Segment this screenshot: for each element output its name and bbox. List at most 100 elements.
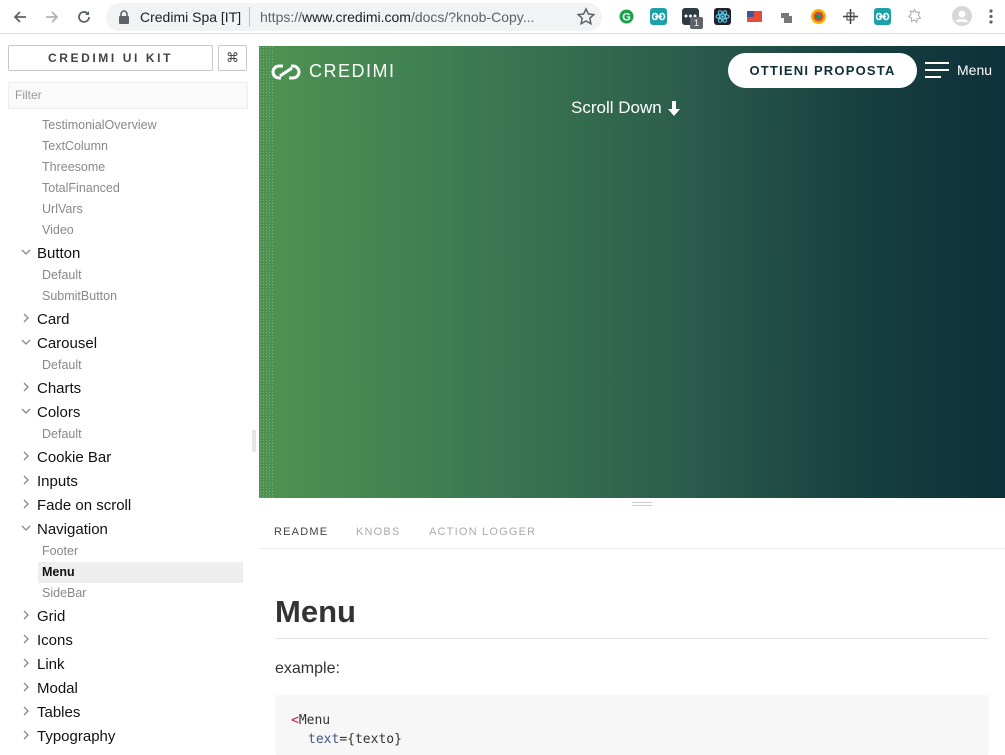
profile-avatar-icon[interactable] bbox=[952, 6, 972, 26]
arrow-down-icon bbox=[667, 100, 680, 116]
sidebar-story-video[interactable]: Video bbox=[42, 220, 258, 241]
chevron-down-icon bbox=[21, 249, 31, 255]
extension-g-icon[interactable]: G bbox=[618, 8, 635, 25]
sidebar-story-totalfinanced[interactable]: TotalFinanced bbox=[42, 178, 258, 199]
back-button[interactable] bbox=[9, 6, 31, 28]
chevron-right-icon bbox=[23, 682, 29, 692]
sidebar-group-inputs[interactable]: Inputs bbox=[0, 472, 258, 493]
sidebar-story-submitbutton[interactable]: SubmitButton bbox=[42, 286, 258, 307]
extension-link2-icon[interactable] bbox=[874, 8, 891, 25]
sidebar-item-label: UrlVars bbox=[42, 202, 83, 216]
forward-button[interactable] bbox=[41, 6, 63, 28]
sidebar-item-label: Link bbox=[37, 656, 65, 673]
panel-resize-handle[interactable] bbox=[632, 502, 652, 506]
sidebar-title-button[interactable]: CREDIMI UI KIT bbox=[8, 45, 213, 71]
extension-crosshair-icon[interactable] bbox=[842, 8, 859, 25]
extension-link-icon[interactable] bbox=[650, 8, 667, 25]
chevron-right-icon bbox=[23, 382, 29, 392]
sidebar-group-card[interactable]: Card bbox=[0, 310, 258, 331]
sidebar-story-default[interactable]: Default bbox=[42, 424, 258, 445]
tab-readme[interactable]: README bbox=[274, 526, 328, 538]
browser-toolbar: Credimi Spa [IT] https://www.credimi.com… bbox=[0, 0, 1005, 34]
chevron-down-icon bbox=[21, 408, 31, 414]
extension-flag-icon[interactable] bbox=[746, 8, 763, 25]
sidebar-story-default[interactable]: Default bbox=[42, 355, 258, 376]
storybook-sidebar: CREDIMI UI KIT ⌘ Filter TestimonialOverv… bbox=[0, 35, 258, 752]
code-line-1: <Menu bbox=[291, 713, 331, 728]
sidebar-group-cookie-bar[interactable]: Cookie Bar bbox=[0, 448, 258, 469]
brand-wordmark: CREDIMI bbox=[309, 61, 396, 81]
sidebar-story-testimonialoverview[interactable]: TestimonialOverview bbox=[42, 115, 258, 136]
chevron-right-icon bbox=[23, 706, 29, 716]
sidebar-item-label: SideBar bbox=[42, 586, 87, 600]
svg-text:G: G bbox=[622, 12, 631, 24]
hamburger-menu-icon[interactable] bbox=[925, 62, 949, 78]
addon-tabs: README KNOBS ACTION LOGGER bbox=[259, 514, 1005, 549]
sidebar-story-urlvars[interactable]: UrlVars bbox=[42, 199, 258, 220]
extension-target-icon[interactable] bbox=[810, 8, 827, 25]
filter-input[interactable]: Filter bbox=[8, 82, 248, 109]
bookmark-star-icon[interactable] bbox=[576, 7, 596, 27]
extension-puzzle-icon[interactable] bbox=[778, 8, 795, 25]
sidebar-story-footer[interactable]: Footer bbox=[42, 541, 258, 562]
sidebar-story-menu[interactable]: Menu bbox=[38, 562, 243, 583]
sidebar-story-default[interactable]: Default bbox=[42, 265, 258, 286]
sidebar-resize-handle[interactable] bbox=[252, 430, 256, 452]
shortcuts-button[interactable]: ⌘ bbox=[218, 45, 247, 71]
sidebar-item-label: Navigation bbox=[37, 521, 108, 538]
sidebar-group-modal[interactable]: Modal bbox=[0, 679, 258, 700]
scroll-down-hint: Scroll Down bbox=[571, 98, 680, 118]
sidebar-item-label: Default bbox=[42, 268, 82, 282]
sidebar-item-label: Icons bbox=[37, 632, 73, 649]
back-arrow-icon bbox=[13, 11, 26, 23]
sidebar-item-label: Grid bbox=[37, 608, 66, 625]
tab-knobs[interactable]: KNOBS bbox=[356, 526, 401, 538]
preview-iframe: CREDIMI OTTIENI PROPOSTA Menu Scroll Dow… bbox=[259, 46, 1005, 498]
preview-texture bbox=[259, 46, 275, 498]
sidebar-group-navigation[interactable]: Navigation bbox=[0, 520, 258, 541]
sidebar-group-icons[interactable]: Icons bbox=[0, 631, 258, 652]
brand-logo[interactable]: CREDIMI bbox=[271, 61, 396, 82]
sidebar-group-charts[interactable]: Charts bbox=[0, 379, 258, 400]
sidebar-group-button[interactable]: Button bbox=[0, 244, 258, 265]
sidebar-item-label: Default bbox=[42, 358, 82, 372]
sidebar-group-colors[interactable]: Colors bbox=[0, 403, 258, 424]
extension-gear-icon[interactable] bbox=[906, 8, 923, 25]
sidebar-item-label: Tables bbox=[37, 704, 81, 721]
sidebar-group-carousel[interactable]: Carousel bbox=[0, 334, 258, 355]
chevron-right-icon bbox=[23, 451, 29, 461]
url-text: https://www.credimi.com/docs/?knob-Copy.… bbox=[260, 9, 535, 25]
readme-title: Menu bbox=[275, 594, 356, 629]
menu-label[interactable]: Menu bbox=[957, 62, 992, 78]
sidebar-item-label: SubmitButton bbox=[42, 289, 118, 303]
address-bar[interactable]: Credimi Spa [IT] https://www.credimi.com… bbox=[106, 3, 602, 31]
sidebar-story-threesome[interactable]: Threesome bbox=[42, 157, 258, 178]
sidebar-group-typography[interactable]: Typography bbox=[0, 727, 258, 748]
sidebar-group-link[interactable]: Link bbox=[0, 655, 258, 676]
react-devtools-icon[interactable] bbox=[714, 8, 731, 25]
reload-icon bbox=[78, 11, 90, 23]
sidebar-story-textcolumn[interactable]: TextColumn bbox=[42, 136, 258, 157]
reload-button[interactable] bbox=[73, 6, 95, 28]
tab-action-logger[interactable]: ACTION LOGGER bbox=[429, 526, 536, 538]
chevron-right-icon bbox=[23, 730, 29, 740]
sidebar-story-sidebar[interactable]: SideBar bbox=[42, 583, 258, 604]
forward-arrow-icon bbox=[46, 11, 59, 23]
sidebar-item-label: TextColumn bbox=[42, 139, 108, 153]
get-proposal-button[interactable]: OTTIENI PROPOSTA bbox=[728, 53, 917, 88]
extension-badge: 1 bbox=[690, 17, 703, 29]
lock-icon bbox=[119, 10, 129, 24]
chevron-right-icon bbox=[23, 658, 29, 668]
sidebar-group-tables[interactable]: Tables bbox=[0, 703, 258, 724]
site-name: Credimi Spa [IT] bbox=[140, 9, 242, 25]
addon-panel: README KNOBS ACTION LOGGER Menu example:… bbox=[259, 514, 1005, 755]
chevron-right-icon bbox=[23, 475, 29, 485]
credimi-logo-icon bbox=[271, 64, 301, 79]
sidebar-group-fade-on-scroll[interactable]: Fade on scroll bbox=[0, 496, 258, 517]
sidebar-group-grid[interactable]: Grid bbox=[0, 607, 258, 628]
chevron-down-icon bbox=[21, 339, 31, 345]
sidebar-item-label: Modal bbox=[37, 680, 78, 697]
sidebar-item-label: Video bbox=[42, 223, 74, 237]
browser-menu-icon[interactable] bbox=[986, 8, 996, 25]
sidebar-item-label: Menu bbox=[42, 565, 75, 579]
